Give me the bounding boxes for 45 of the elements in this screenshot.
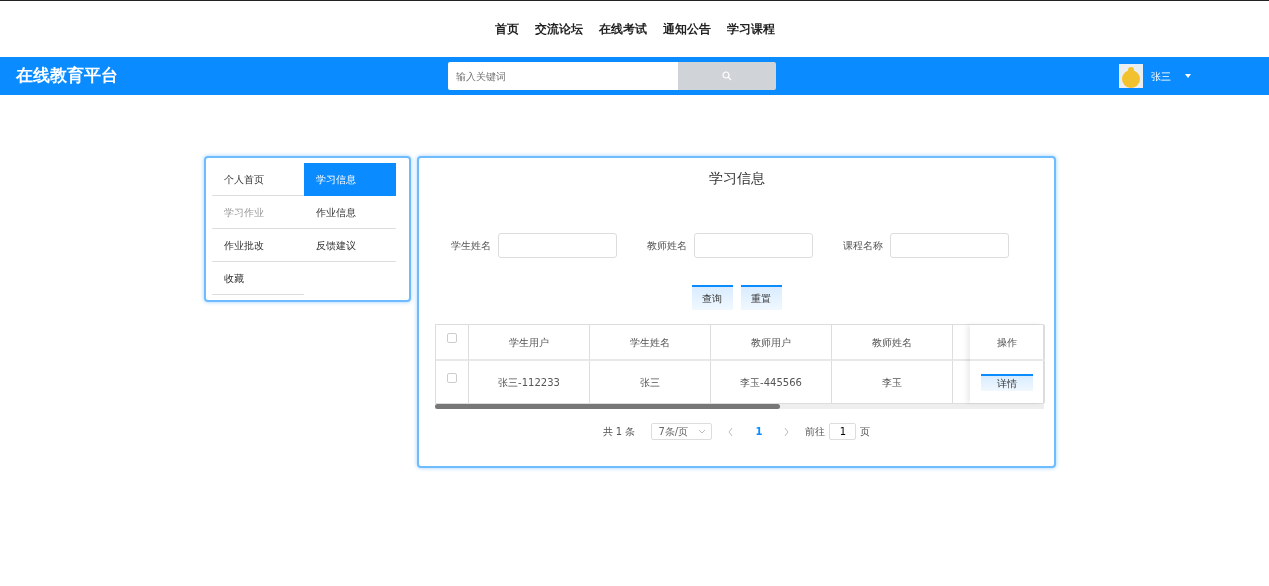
page-size-select[interactable]: 7条/页	[651, 423, 713, 440]
sidebar-item[interactable]: 作业批改	[212, 229, 304, 262]
nav-link[interactable]: 通知公告	[662, 20, 711, 38]
sidebar-item[interactable]: 收藏	[212, 262, 304, 295]
search-button[interactable]	[678, 62, 776, 90]
page-input[interactable]: 1	[829, 423, 857, 440]
field-label: 课程名称	[843, 239, 883, 253]
search-icon	[722, 71, 732, 81]
scrollbar-thumb[interactable]	[435, 404, 780, 409]
table-cell: 张三-112233	[469, 361, 590, 403]
nav-link[interactable]: 首页	[494, 20, 519, 38]
input-field[interactable]	[890, 233, 1009, 258]
search-field[interactable]: 输入关键词	[448, 62, 678, 90]
checkbox[interactable]	[447, 373, 457, 383]
details-button[interactable]: 详情	[980, 373, 1033, 391]
sidebar-item[interactable]: 作业信息	[304, 196, 396, 229]
page-suffix: 页	[860, 425, 871, 439]
column-header: 教师姓名	[832, 325, 953, 361]
total-count: 共 1 条	[602, 425, 636, 439]
site-brand: 在线教育平台	[16, 64, 119, 88]
action-button[interactable]: 查询	[691, 285, 733, 310]
nav-link[interactable]: 交流论坛	[534, 20, 583, 38]
column-header: 学生姓名	[590, 325, 711, 361]
chevron-left-icon[interactable]	[728, 427, 734, 436]
sidebar-item[interactable]: 反馈建议	[304, 229, 396, 262]
checkbox[interactable]	[447, 333, 457, 343]
field-label: 学生姓名	[451, 239, 491, 253]
nav-link[interactable]: 学习课程	[726, 20, 775, 38]
input-field[interactable]	[498, 233, 617, 258]
field-label: 教师姓名	[647, 239, 687, 253]
column-header: 教师用户	[711, 325, 832, 361]
action-button[interactable]: 重置	[740, 285, 782, 310]
column-header: 操作	[996, 335, 1017, 350]
chevron-down-icon	[699, 429, 706, 434]
avatar[interactable]	[1119, 64, 1143, 88]
table-cell: 李玉	[832, 361, 953, 403]
caret-icon[interactable]	[1185, 74, 1191, 78]
column-header: 学生用户	[469, 325, 590, 361]
input-field[interactable]	[694, 233, 813, 258]
page-title: 学习信息	[707, 169, 766, 188]
table-cell: 张三	[590, 361, 711, 403]
table-cell: 李玉-445566	[711, 361, 832, 403]
chevron-right-icon[interactable]	[784, 427, 790, 436]
nav-link[interactable]: 在线考试	[598, 20, 647, 38]
goto-label: 前往	[805, 425, 826, 439]
